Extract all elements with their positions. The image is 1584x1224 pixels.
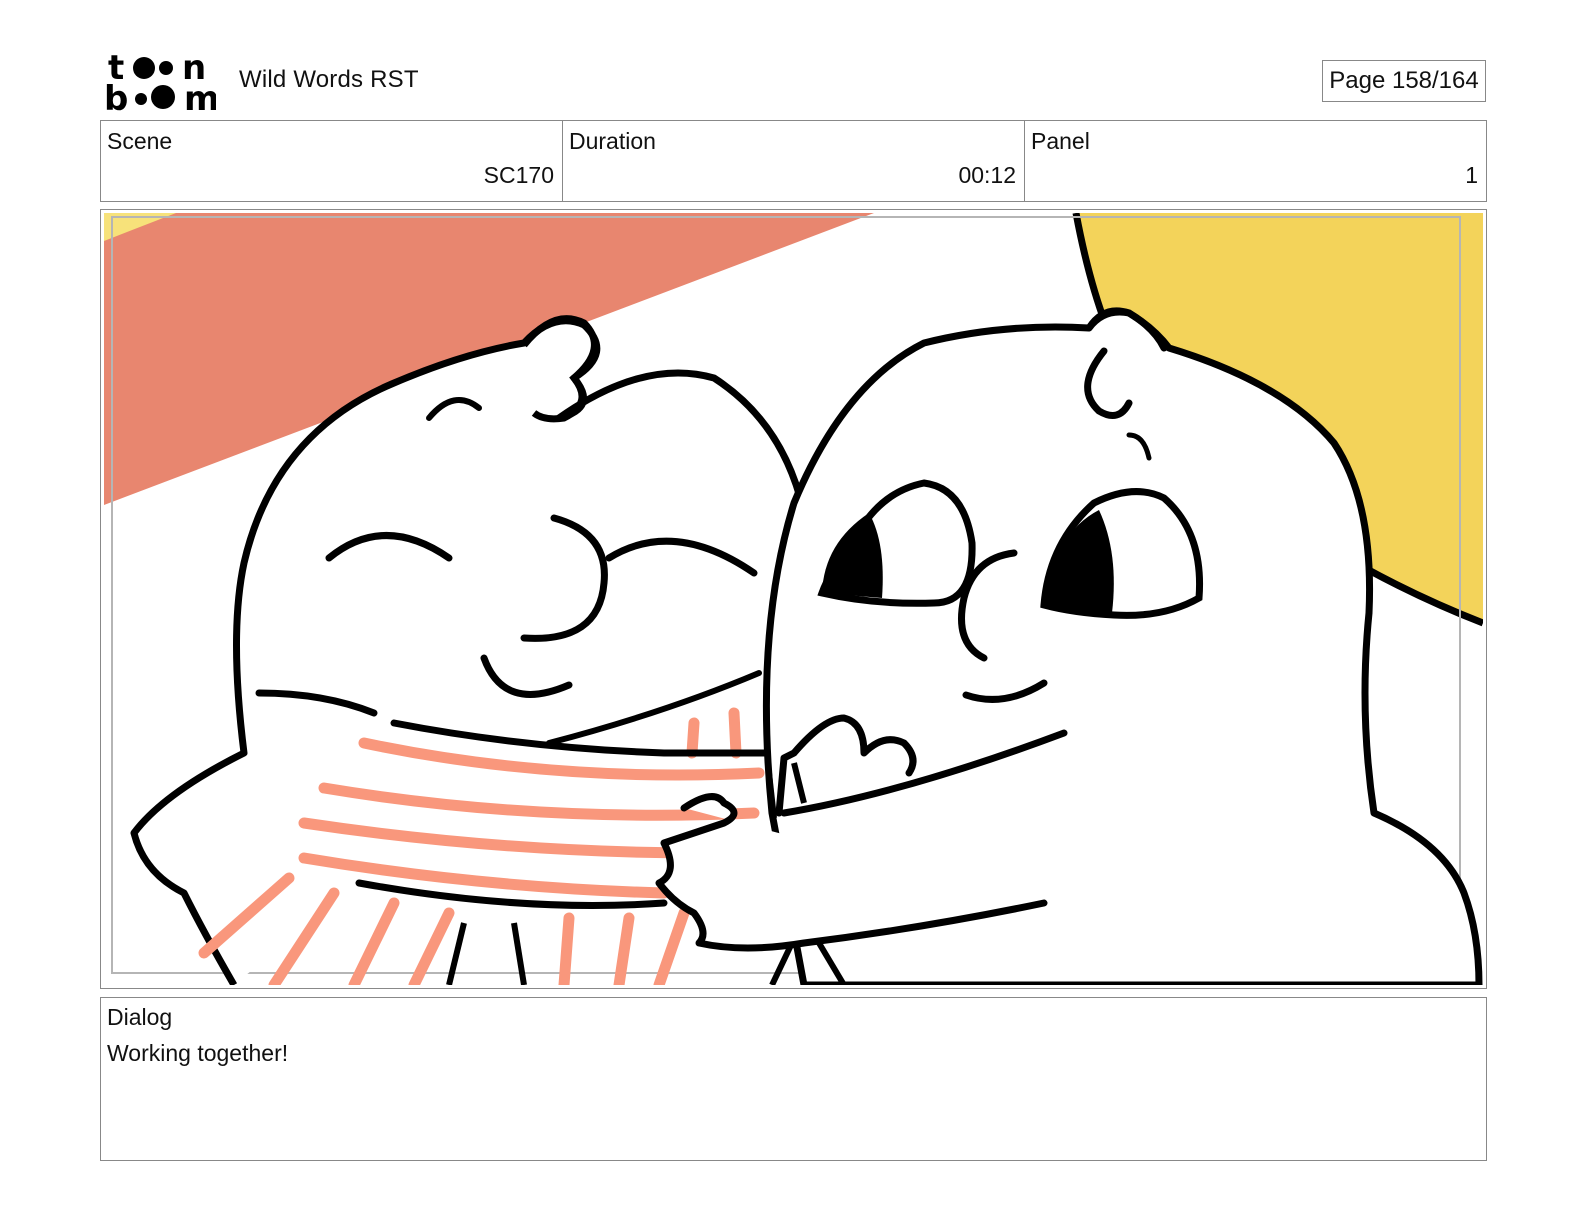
panel-label: Panel [1031, 128, 1090, 154]
storyboard-panel [100, 209, 1487, 989]
svg-text:m: m [184, 79, 216, 112]
panel-value: 1 [1465, 162, 1478, 188]
storyboard-drawing-icon [104, 213, 1483, 985]
scene-value: SC170 [483, 162, 554, 188]
dialog-label: Dialog [107, 1004, 173, 1030]
duration-label: Duration [569, 128, 656, 154]
duration-value: 00:12 [958, 162, 1016, 188]
toon-boom-logo: t n b m [104, 48, 219, 119]
project-title: Wild Words RST [239, 66, 419, 93]
page-indicator: Page 158/164 [1322, 60, 1486, 102]
scene-cell: Scene SC170 [101, 121, 563, 201]
panel-cell: Panel 1 [1025, 121, 1486, 201]
dialog-box: Dialog Working together! [100, 997, 1487, 1161]
svg-text:b: b [104, 79, 128, 112]
info-row: Scene SC170 Duration 00:12 Panel 1 [100, 120, 1487, 202]
dialog-text: Working together! [107, 1040, 289, 1066]
duration-cell: Duration 00:12 [563, 121, 1025, 201]
toon-boom-logo-icon: t n b m [104, 48, 219, 119]
scene-label: Scene [107, 128, 173, 154]
